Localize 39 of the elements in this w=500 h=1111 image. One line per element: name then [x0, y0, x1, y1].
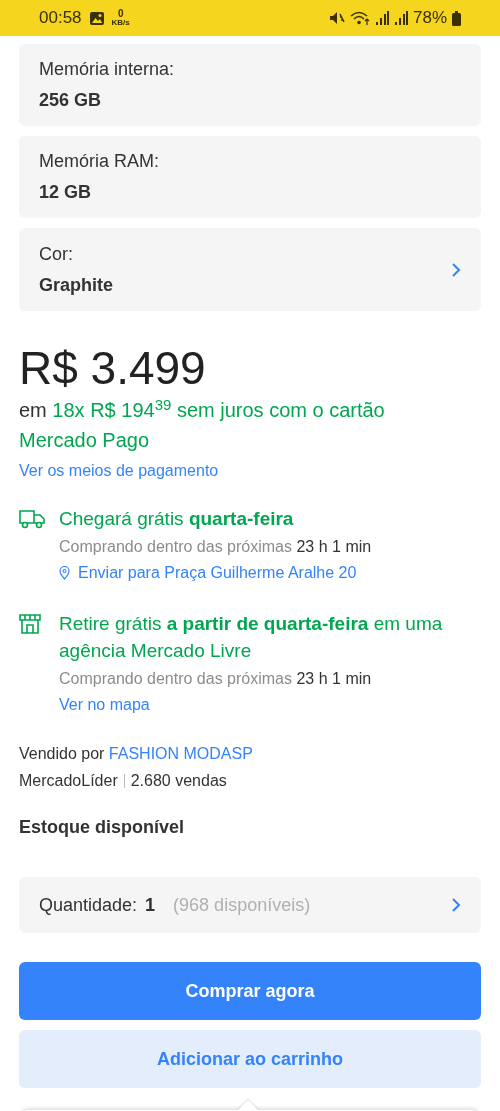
buy-now-button[interactable]: Comprar agora [19, 962, 481, 1020]
spec-value: 12 GB [39, 181, 93, 204]
spec-label: Memória interna: [39, 58, 176, 81]
delivery-deadline: Comprando dentro das próximas 23 h 1 min [59, 537, 372, 557]
spec-value: Graphite [39, 273, 114, 297]
spec-label: Cor: [39, 242, 74, 266]
add-to-cart-button[interactable]: Adicionar ao carrinho [19, 1030, 481, 1088]
truck-icon [19, 509, 45, 529]
speed-unit: KB/s [111, 19, 130, 27]
mute-icon [328, 11, 345, 25]
color-selector[interactable]: Cor: Graphite [19, 228, 481, 311]
address-link[interactable]: Enviar para Praça Guilherme Aralhe 20 [59, 560, 357, 586]
seller-link[interactable]: FASHION MODASP [108, 745, 253, 762]
store-icon [19, 614, 41, 634]
speed-value: 0 [117, 9, 124, 19]
location-pin-icon [59, 566, 70, 580]
battery-icon [452, 10, 461, 26]
quantity-selector[interactable]: Quantidade: 1 (968 disponíveis) [19, 877, 481, 933]
installments-text: em 18x R$ 194$^{39}$ sem juros com o cartão Mercado Pago [19, 395, 386, 453]
payment-methods-link[interactable]: Ver os meios de pagamento [19, 459, 219, 483]
spec-label: Memória RAM: [39, 150, 160, 173]
spec-value: 256 GB [39, 89, 103, 112]
delivery-deadline: Comprando dentro das próximas 23 h 1 min [59, 669, 373, 689]
map-link[interactable]: Ver no mapa [59, 692, 150, 718]
wifi-icon [349, 10, 370, 26]
price: R$ 3.499 [19, 341, 207, 395]
seller-level-label: MercadoLíder [19, 771, 118, 791]
seller-text: Vendido por FASHION MODASP [19, 744, 254, 764]
signal-icon [393, 11, 408, 25]
signal-icon [374, 11, 389, 25]
delivery-title: Retire grátis a partir de quarta-feira em uma agência Mercado Livre [59, 612, 444, 663]
clock-time: 00:58 [39, 7, 82, 30]
battery-percent: 78% [412, 7, 447, 30]
stock-title: Estoque disponível [19, 816, 186, 839]
chevron-right-icon [451, 261, 461, 278]
delivery-title: Chegará grátis quarta-feira [59, 507, 295, 531]
image-icon [89, 11, 104, 25]
sales-count: 2.680 vendas [130, 771, 227, 791]
chevron-right-icon [451, 897, 461, 913]
